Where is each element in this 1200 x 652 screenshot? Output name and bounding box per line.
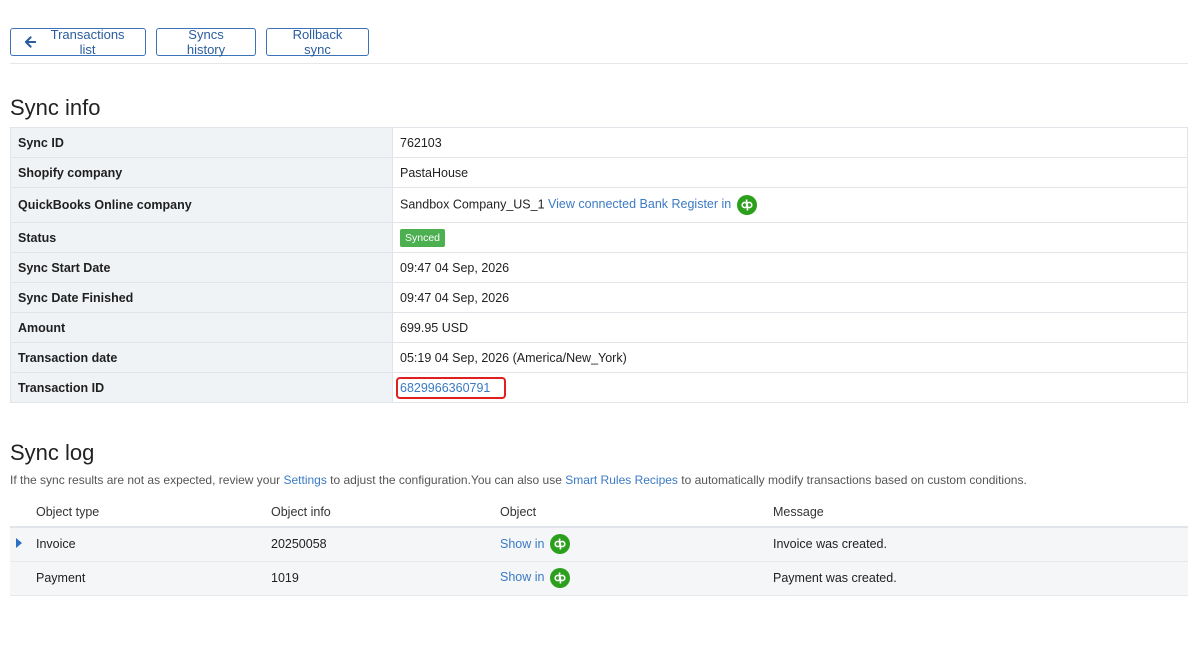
transactions-list-button[interactable]: Transactions list [10, 27, 146, 57]
table-row: Invoice 20250058 Show in Invoice was cre… [10, 527, 1188, 562]
object-info-cell: 1019 [271, 561, 500, 596]
expand-cell [10, 561, 36, 596]
show-in-quickbooks-link[interactable]: Show in [500, 568, 570, 588]
info-row-transaction-date: Transaction date 05:19 04 Sep, 2026 (Ame… [10, 342, 1188, 373]
quickbooks-icon [736, 195, 757, 215]
sync-log-title: Sync log [10, 440, 95, 465]
column-header-object: Object [500, 497, 773, 528]
object-type-cell: Invoice [36, 527, 271, 562]
info-label: QuickBooks Online company [10, 187, 393, 223]
hint-text: to automatically modify transactions bas… [677, 473, 1027, 487]
sync-id-value: 762103 [392, 127, 1188, 158]
caret-right-icon[interactable] [16, 538, 22, 549]
object-info-cell: 20250058 [271, 527, 500, 562]
arrow-left-icon [25, 36, 37, 48]
object-cell: Show in [500, 527, 773, 562]
table-row: Payment 1019 Show in Payment was created… [10, 561, 1188, 596]
transaction-date-value: 05:19 04 Sep, 2026 (America/New_York) [392, 342, 1188, 373]
toolbar: Transactions list Syncs history Rollback… [10, 27, 369, 57]
syncs-history-button[interactable]: Syncs history [156, 27, 256, 57]
amount-value: 699.95 USD [392, 312, 1188, 343]
show-in-label: Show in [500, 536, 545, 551]
toolbar-divider [10, 63, 1188, 64]
info-row-shopify-company: Shopify company PastaHouse [10, 157, 1188, 188]
column-header-object-info: Object info [271, 497, 500, 528]
object-cell: Show in [500, 561, 773, 596]
qbo-company-value: Sandbox Company_US_1 [400, 197, 545, 212]
shopify-company-value: PastaHouse [392, 157, 1188, 188]
info-row-transaction-id: Transaction ID 6829966360791 [10, 372, 1188, 403]
transaction-id-highlight: 6829966360791 [396, 376, 507, 399]
sync-date-finished-value: 09:47 04 Sep, 2026 [392, 282, 1188, 313]
info-row-amount: Amount 699.95 USD [10, 312, 1188, 343]
info-label: Transaction date [10, 342, 393, 373]
info-row-qbo-company: QuickBooks Online company Sandbox Compan… [10, 187, 1188, 223]
sync-info-title: Sync info [10, 95, 101, 120]
info-label: Shopify company [10, 157, 393, 188]
sync-start-date-value: 09:47 04 Sep, 2026 [392, 252, 1188, 283]
sync-info-table: Sync ID 762103 Shopify company PastaHous… [10, 127, 1188, 403]
column-header-message: Message [773, 497, 1188, 528]
show-in-quickbooks-link[interactable]: Show in [500, 534, 570, 555]
status-badge: Synced [400, 228, 446, 247]
info-row-sync-date-finished: Sync Date Finished 09:47 04 Sep, 2026 [10, 282, 1188, 313]
object-type-cell: Payment [36, 561, 271, 596]
info-label: Sync ID [10, 127, 393, 158]
message-cell: Payment was created. [773, 561, 1188, 596]
rollback-sync-button[interactable]: Rollback sync [266, 27, 369, 57]
quickbooks-icon [549, 534, 570, 555]
transaction-id-link[interactable]: 6829966360791 [400, 381, 490, 395]
expand-cell [10, 527, 36, 562]
info-row-sync-start-date: Sync Start Date 09:47 04 Sep, 2026 [10, 252, 1188, 283]
sync-log-hint: If the sync results are not as expected,… [10, 473, 1027, 487]
info-label: Amount [10, 312, 393, 343]
qbo-company-cell: Sandbox Company_US_1 View connected Bank… [392, 187, 1188, 223]
smart-rules-recipes-link[interactable]: Smart Rules Recipes [565, 473, 678, 487]
settings-link[interactable]: Settings [283, 473, 326, 487]
info-label: Sync Start Date [10, 252, 393, 283]
column-header-object-type: Object type [36, 497, 271, 528]
transactions-list-label: Transactions list [50, 27, 125, 57]
view-bank-register-link[interactable]: View connected Bank Register in [548, 195, 757, 215]
info-row-status: Status Synced [10, 222, 1188, 253]
info-label: Transaction ID [10, 372, 393, 403]
quickbooks-icon [549, 568, 570, 588]
info-label: Status [10, 222, 393, 253]
hint-text: to adjust the configuration.You can also… [326, 473, 566, 487]
hint-text: If the sync results are not as expected,… [10, 473, 284, 487]
message-cell: Invoice was created. [773, 527, 1188, 562]
info-row-sync-id: Sync ID 762103 [10, 127, 1188, 158]
transaction-id-cell: 6829966360791 [392, 372, 1188, 403]
expand-column-header [10, 497, 36, 528]
log-header-row: Object type Object info Object Message [10, 497, 1188, 528]
show-in-label: Show in [500, 570, 545, 585]
view-bank-register-label: View connected Bank Register in [548, 197, 732, 212]
status-cell: Synced [392, 222, 1188, 253]
info-label: Sync Date Finished [10, 282, 393, 313]
sync-log-table: Object type Object info Object Message I… [10, 497, 1188, 596]
